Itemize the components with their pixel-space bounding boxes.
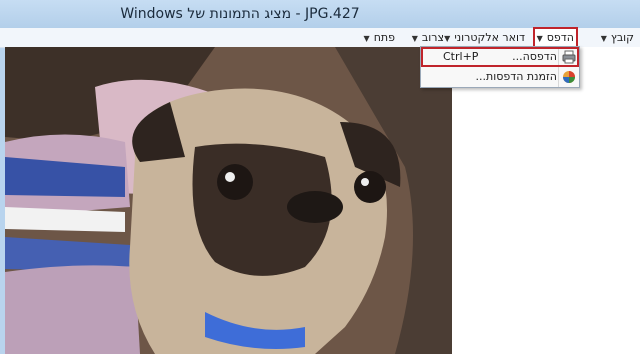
menu-file[interactable]: קובץ▼ <box>601 28 634 47</box>
print-menu-item[interactable]: הדפסה... Ctrl+P <box>421 47 579 67</box>
chevron-down-icon: ▼ <box>536 34 543 43</box>
menu-bar: קובץ▼ הדפס▼ דואר אלקטרוני▼ צרוב▼ פתח▼ <box>0 27 640 48</box>
viewer-side-panel <box>452 47 640 354</box>
print-shortcut: Ctrl+P <box>443 50 479 63</box>
photo-viewer[interactable] <box>5 47 452 354</box>
pug-photo <box>5 47 452 354</box>
menu-burn[interactable]: צרוב▼ <box>412 28 444 47</box>
chevron-down-icon: ▼ <box>363 34 370 43</box>
menu-print-label: הדפס <box>546 31 574 44</box>
menu-burn-label: צרוב <box>421 31 444 44</box>
print-dropdown-menu: הדפסה... Ctrl+P הזמנת הדפסות... <box>420 46 580 88</box>
print-menu-item-label: הדפסה... <box>512 50 557 63</box>
chevron-down-icon: ▼ <box>600 34 607 43</box>
printer-icon <box>562 50 576 64</box>
menu-email-label: דואר אלקטרוני <box>454 31 525 44</box>
chevron-down-icon: ▼ <box>411 34 418 43</box>
window-title: Windows מציג התמונות של - JPG.427 <box>120 6 360 22</box>
chevron-down-icon: ▼ <box>444 34 451 43</box>
menu-open-label: פתח <box>373 31 395 44</box>
title-bar: Windows מציג התמונות של - JPG.427 <box>0 0 640 28</box>
menu-file-label: קובץ <box>610 31 634 44</box>
menu-print[interactable]: הדפס▼ <box>532 27 579 48</box>
order-prints-label: הזמנת הדפסות... <box>475 70 557 83</box>
menu-open[interactable]: פתח▼ <box>364 28 395 47</box>
order-prints-menu-item[interactable]: הזמנת הדפסות... <box>421 67 579 87</box>
order-prints-icon <box>563 71 575 83</box>
menu-email[interactable]: דואר אלקטרוני▼ <box>444 28 525 47</box>
